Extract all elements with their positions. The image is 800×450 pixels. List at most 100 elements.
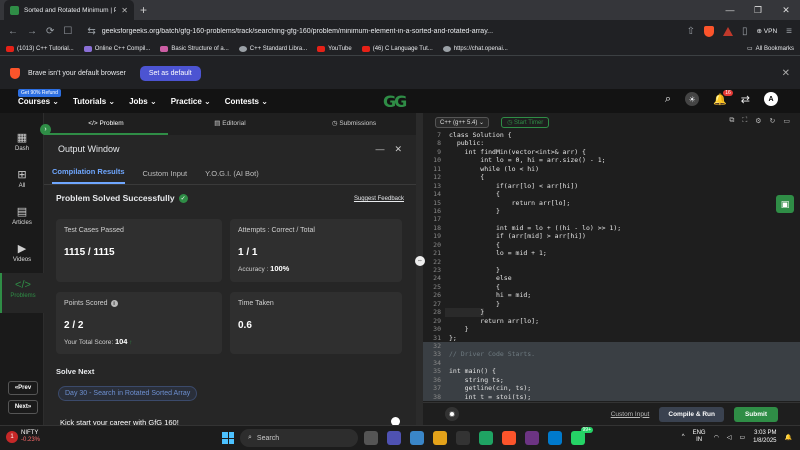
rail-item-articles[interactable]: ▤ Articles bbox=[0, 205, 44, 226]
code-line[interactable]: 27 } bbox=[423, 300, 800, 308]
reload-icon[interactable]: ⟳ bbox=[46, 26, 54, 37]
code-line[interactable]: 29 return arr[lo]; bbox=[423, 317, 800, 325]
custom-input-link[interactable]: Custom Input bbox=[611, 411, 650, 418]
code-line[interactable]: 15 return arr[lo]; bbox=[423, 199, 800, 207]
chat-icon[interactable]: ▣ bbox=[776, 195, 794, 213]
forward-icon[interactable]: → bbox=[27, 26, 37, 37]
stock-widget[interactable]: 1 NIFTY -0.23% bbox=[6, 430, 40, 444]
code-line[interactable]: 30 } bbox=[423, 325, 800, 333]
new-tab-icon[interactable]: + bbox=[140, 3, 147, 17]
code-line[interactable]: 36 string ts; bbox=[423, 375, 800, 385]
next-problem-pill[interactable]: Day 30 - Search in Rotated Sorted Array bbox=[58, 386, 198, 401]
share-icon[interactable]: ⇧ bbox=[687, 26, 695, 37]
suggest-feedback-link[interactable]: Suggest Feedback bbox=[354, 196, 404, 202]
set-default-button[interactable]: Set as default bbox=[139, 65, 201, 81]
close-tab-icon[interactable]: ✕ bbox=[121, 6, 128, 15]
code-line[interactable]: 26 hi = mid; bbox=[423, 291, 800, 299]
compile-run-button[interactable]: Compile & Run bbox=[659, 406, 724, 422]
close-infobar-icon[interactable]: ✕ bbox=[782, 68, 790, 79]
tab-submissions[interactable]: ◷ Submissions bbox=[292, 113, 416, 135]
rail-item-all[interactable]: ⊞ All bbox=[0, 168, 44, 189]
code-line[interactable]: 37 getline(cin, ts); bbox=[423, 384, 800, 393]
volume-icon[interactable]: ◁ bbox=[727, 434, 732, 441]
menu-practice[interactable]: Practice ⌄ bbox=[171, 97, 211, 106]
visual-studio-icon[interactable] bbox=[525, 431, 539, 445]
bookmark-item[interactable]: Basic Structure of a... bbox=[160, 45, 229, 52]
whatsapp-icon[interactable]: 99+ bbox=[571, 427, 593, 445]
code-line[interactable]: 19 if (arr[mid] > arr[hi]) bbox=[423, 232, 800, 240]
browser-tab[interactable]: Sorted and Rotated Minimum | Pr ✕ bbox=[4, 0, 134, 20]
sidebar-icon[interactable]: ▯ bbox=[742, 26, 748, 37]
teams-icon[interactable] bbox=[387, 431, 401, 445]
pane-divider[interactable] bbox=[416, 113, 423, 425]
brave-rewards-icon[interactable] bbox=[723, 26, 733, 36]
tab-editorial[interactable]: ▤ Editorial bbox=[168, 113, 292, 135]
code-line[interactable]: 14 { bbox=[423, 190, 800, 198]
fullscreen-icon[interactable]: ⛶ bbox=[742, 117, 747, 125]
tab-yogi-bot[interactable]: Y.O.G.I. (AI Bot) bbox=[205, 169, 259, 184]
code-line[interactable]: 35 int main() { bbox=[423, 367, 800, 376]
back-icon[interactable]: ← bbox=[8, 26, 18, 37]
menu-tutorials[interactable]: Tutorials ⌄ bbox=[73, 97, 115, 106]
clock[interactable]: 3:03 PM 1/8/2025 bbox=[753, 429, 776, 445]
vscode-icon[interactable] bbox=[548, 431, 562, 445]
code-line[interactable]: 18 int mid = lo + ((hi - lo) >> 1); bbox=[423, 224, 800, 232]
code-line[interactable]: 7 class Solution { bbox=[423, 131, 800, 139]
code-line[interactable]: 17 bbox=[423, 215, 800, 223]
rail-item-problems[interactable]: </> Problems bbox=[0, 273, 44, 313]
taskbar-search[interactable]: ⌕ Search bbox=[240, 429, 358, 447]
code-line[interactable]: 20 { bbox=[423, 241, 800, 249]
language-indicator[interactable]: ENG IN bbox=[693, 430, 706, 444]
minimize-icon[interactable]: — bbox=[716, 0, 744, 20]
file-explorer-icon[interactable] bbox=[433, 431, 447, 445]
submit-button[interactable]: Submit bbox=[733, 406, 778, 422]
code-line[interactable]: 28 } bbox=[423, 308, 800, 317]
github-icon[interactable] bbox=[456, 431, 470, 445]
code-line[interactable]: 10 int lo = 0, hi = arr.size() - 1; bbox=[423, 156, 800, 164]
all-bookmarks[interactable]: ▭ All Bookmarks bbox=[747, 45, 794, 53]
bookmark-item[interactable]: (46) C Language Tut... bbox=[361, 45, 433, 52]
brave-shields-icon[interactable] bbox=[704, 25, 714, 37]
bookmark-item[interactable]: (1013) C++ Tutorial... bbox=[6, 45, 74, 52]
theme-toggle-icon[interactable]: ☀ bbox=[685, 92, 700, 106]
search-icon[interactable]: ⌕ bbox=[665, 93, 671, 106]
code-line[interactable]: 31}; bbox=[423, 334, 800, 342]
bookmark-item[interactable]: YouTube bbox=[317, 45, 352, 52]
info-icon[interactable]: i bbox=[110, 300, 118, 307]
site-info-icon[interactable]: ⇆ bbox=[87, 26, 95, 37]
rail-item-videos[interactable]: ▶ Videos bbox=[0, 242, 44, 263]
battery-icon[interactable]: ▭ bbox=[739, 434, 745, 441]
bookmark-icon[interactable]: ☐ bbox=[63, 26, 72, 37]
tab-custom-input[interactable]: Custom Input bbox=[143, 169, 188, 184]
close-window-icon[interactable]: ✕ bbox=[772, 0, 800, 20]
next-button[interactable]: Next » bbox=[8, 400, 38, 414]
code-line[interactable]: 8 public: bbox=[423, 139, 800, 147]
code-line[interactable]: 13 if(arr[lo] < arr[hi]) bbox=[423, 182, 800, 190]
settings-icon[interactable]: ⚙ bbox=[755, 117, 761, 125]
windows-start-icon[interactable] bbox=[222, 432, 234, 444]
notification-bell-icon[interactable]: 🔔 bbox=[785, 434, 792, 441]
rail-item-dash[interactable]: ▦ Dash bbox=[0, 131, 44, 152]
code-line[interactable]: 16 } bbox=[423, 207, 800, 215]
maximize-icon[interactable]: ❐ bbox=[744, 0, 772, 20]
menu-icon[interactable]: ≡ bbox=[786, 26, 792, 37]
gfg-logo[interactable]: GG bbox=[383, 92, 407, 111]
bookmark-item[interactable]: C++ Standard Libra... bbox=[238, 45, 307, 52]
hint-bulb-icon[interactable]: ✹ bbox=[445, 407, 459, 421]
code-line[interactable]: 23 } bbox=[423, 266, 800, 274]
expand-editor-icon[interactable]: ▭ bbox=[783, 117, 790, 125]
notifications[interactable]: 🔔 16 bbox=[713, 89, 733, 106]
vpn-button[interactable]: ⊕ VPN bbox=[757, 27, 778, 35]
bookmark-item[interactable]: https://chat.openai... bbox=[442, 45, 508, 52]
resize-handle-icon[interactable]: ⇔ bbox=[415, 256, 425, 266]
menu-jobs[interactable]: Jobs ⌄ bbox=[129, 97, 157, 106]
start-timer-button[interactable]: ◷ Start Timer bbox=[501, 116, 550, 128]
code-line[interactable]: 32 bbox=[423, 341, 800, 351]
code-line[interactable]: 12 { bbox=[423, 173, 800, 181]
code-line[interactable]: 38 int t = stoi(ts); bbox=[423, 392, 800, 401]
prev-button[interactable]: « Prev bbox=[8, 381, 38, 395]
brave-icon[interactable] bbox=[502, 431, 516, 445]
code-line[interactable]: 24 else bbox=[423, 274, 800, 282]
language-select[interactable]: C++ (g++ 5.4) ⌄ bbox=[435, 116, 490, 128]
menu-courses[interactable]: Courses ⌄ bbox=[18, 97, 59, 106]
